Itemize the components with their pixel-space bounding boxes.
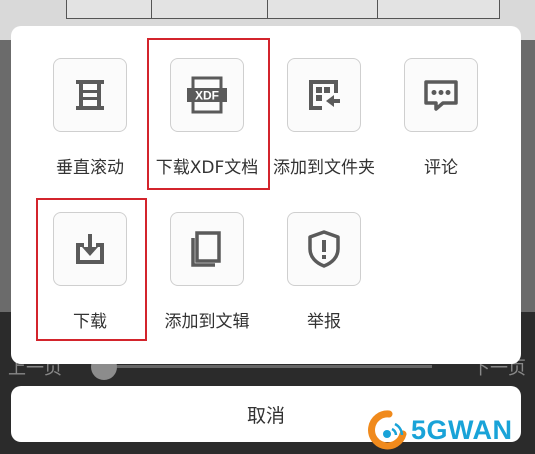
option-label: 举报 (307, 312, 341, 332)
add-to-collection-icon (170, 212, 244, 286)
watermark-text: 5GWAN (411, 414, 513, 445)
vertical-scroll-option[interactable]: 垂直滚动 (32, 58, 148, 178)
page-slider-track[interactable] (102, 365, 432, 368)
comment-option[interactable]: 评论 (383, 58, 499, 178)
document-table (66, 0, 500, 19)
option-label: 添加到文件夹 (273, 158, 375, 178)
table-column-divider (151, 0, 152, 18)
watermark: 5GWAN (365, 408, 513, 452)
option-label: 添加到文辑 (164, 312, 250, 332)
add-to-folder-icon (287, 58, 361, 132)
report-option[interactable]: 举报 (266, 212, 382, 332)
report-shield-icon (287, 212, 361, 286)
add-to-folder-option[interactable]: 添加到文件夹 (266, 58, 382, 178)
comment-icon (404, 58, 478, 132)
option-label: 评论 (424, 158, 458, 178)
table-column-divider (377, 0, 378, 18)
highlight-box-download (36, 198, 147, 341)
table-column-divider (267, 0, 268, 18)
action-sheet: 垂直滚动 XDF 下载XDF文档 添加到文件夹 评论 下载 添加到文辑 举报 (11, 26, 521, 364)
vertical-scroll-icon (53, 58, 127, 132)
highlight-box-xdf (147, 38, 270, 190)
5gwan-logo (368, 410, 407, 450)
add-to-collection-option[interactable]: 添加到文辑 (149, 212, 265, 332)
option-label: 垂直滚动 (56, 158, 124, 178)
